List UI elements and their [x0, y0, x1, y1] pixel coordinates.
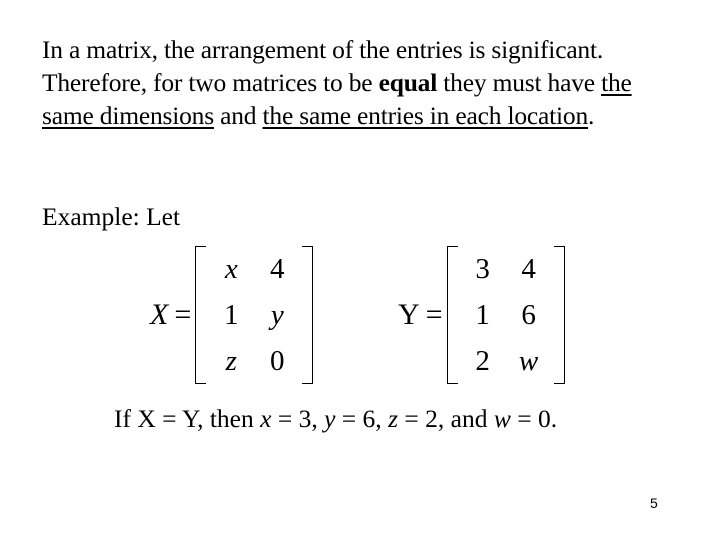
text: = 6, [335, 404, 389, 433]
variable: w [493, 404, 511, 433]
left-bracket [195, 246, 207, 384]
page-number: 5 [650, 495, 658, 511]
right-bracket [302, 246, 314, 384]
matrix-cell: 1 [475, 298, 490, 331]
matrix-cell: z [225, 344, 237, 377]
matrix-cell: 0 [270, 344, 285, 377]
matrix-name: Y [398, 298, 420, 331]
matrix-cell: 2 [475, 344, 490, 377]
text: = 3, [271, 404, 325, 433]
matrix-cell: 1 [224, 298, 239, 331]
matrix-cell: 3 [475, 252, 490, 285]
intro-paragraph: In a matrix, the arrangement of the entr… [42, 33, 682, 132]
equals-sign: = [425, 298, 443, 331]
variable: z [388, 404, 398, 433]
variable: y [324, 404, 336, 433]
matrix-cell: y [270, 298, 284, 331]
underlined-phrase: the same entries in each location [262, 101, 589, 130]
conclusion-statement: If X = Y, then x = 3, y = 6, z = 2, and … [114, 402, 557, 435]
example-label: Example: Let [42, 202, 181, 231]
matrix-cell: 4 [521, 252, 536, 285]
text: If X = Y, then [114, 404, 261, 433]
matrix-cell: 4 [270, 252, 285, 285]
bold-term: equal [378, 68, 438, 97]
text: = 2, and [398, 404, 494, 433]
matrix-cell: 6 [521, 298, 536, 331]
matrix-y-equation: Y = 3 4 1 6 2 w [398, 245, 565, 385]
text: and [213, 101, 263, 130]
text: . [588, 101, 595, 130]
equals-sign: = [174, 298, 192, 331]
right-bracket [553, 246, 565, 384]
matrix-cell: x [224, 252, 238, 285]
matrix-name: X [150, 298, 169, 331]
left-bracket [446, 246, 458, 384]
variable: x [260, 404, 272, 433]
matrix-cell: w [518, 344, 539, 377]
matrix-grid: 3 4 1 6 2 w [460, 246, 552, 384]
matrix-grid: x 4 1 y z 0 [208, 246, 300, 384]
text: = 0. [510, 404, 558, 433]
text: they must have [437, 68, 602, 97]
matrix-x-equation: X = x 4 1 y z 0 [150, 245, 314, 385]
